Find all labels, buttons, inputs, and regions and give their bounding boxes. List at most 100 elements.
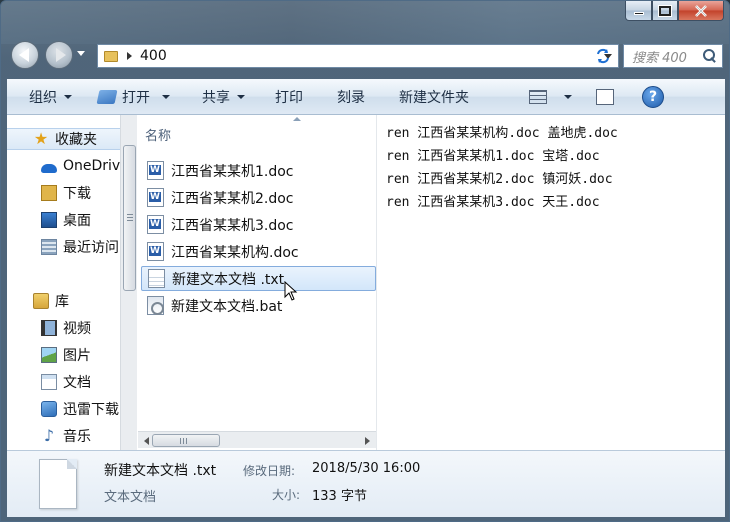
explorer-window: 400 搜索 400 组织 打开 共享 打印 刻录 新建文件夹 ? ★ 收藏夹 … bbox=[0, 0, 730, 522]
help-icon: ? bbox=[642, 85, 664, 108]
file-item-selected[interactable]: 新建文本文档 .txt bbox=[141, 266, 376, 291]
details-pane: 新建文本文档 .txt 修改日期: 2018/5/30 16:00 文本文档 大… bbox=[7, 450, 725, 517]
name-column-header[interactable]: 名称 bbox=[145, 125, 171, 144]
file-name: 新建文本文档.bat bbox=[171, 298, 283, 315]
file-name: 江西省某某机2.doc bbox=[171, 190, 294, 207]
cloud-icon bbox=[41, 163, 57, 173]
change-view-button[interactable] bbox=[521, 85, 580, 109]
window-controls bbox=[625, 1, 724, 23]
size-label: 大小: bbox=[272, 488, 301, 502]
file-item[interactable]: 江西省某某机构.doc bbox=[141, 239, 376, 264]
open-menu-button[interactable]: 打开 bbox=[90, 85, 178, 109]
address-bar[interactable]: 400 bbox=[97, 44, 619, 68]
column-header: 名称 bbox=[138, 115, 376, 151]
nav-item-label: OneDrive bbox=[63, 158, 120, 174]
scrollbar-thumb[interactable] bbox=[123, 145, 136, 291]
preview-text-line: ren 江西省某某机构.doc 盖地虎.doc bbox=[386, 126, 618, 141]
preview-pane-icon bbox=[596, 88, 614, 105]
preview-text-line: ren 江西省某某机3.doc 天王.doc bbox=[386, 195, 600, 210]
organize-menu-button[interactable]: 组织 bbox=[21, 85, 80, 109]
word-document-icon bbox=[147, 161, 164, 180]
nav-item-label: 收藏夹 bbox=[55, 132, 97, 148]
nav-item-music[interactable]: ♪ 音乐 bbox=[41, 425, 91, 447]
recent-pages-dropdown[interactable] bbox=[77, 51, 85, 56]
preview-text-line: ren 江西省某某机1.doc 宝塔.doc bbox=[386, 149, 600, 164]
dropdown-arrow-icon bbox=[162, 94, 170, 99]
word-document-icon bbox=[147, 188, 164, 207]
music-icon: ♪ bbox=[43, 426, 55, 445]
refresh-button[interactable] bbox=[591, 44, 615, 68]
nav-item-desktop[interactable]: 桌面 bbox=[41, 209, 91, 231]
scroll-left-icon[interactable] bbox=[144, 437, 149, 445]
minimize-icon bbox=[633, 12, 644, 15]
view-options-icon bbox=[529, 89, 547, 104]
recent-places-icon bbox=[41, 239, 57, 255]
search-icon[interactable] bbox=[702, 48, 718, 64]
nav-item-recent-places[interactable]: 最近访问的位置 bbox=[41, 236, 120, 258]
nav-pane-scrollbar[interactable] bbox=[120, 115, 137, 450]
file-name: 江西省某某机1.doc bbox=[171, 163, 294, 180]
library-icon bbox=[33, 293, 49, 309]
nav-item-thunder-downloads[interactable]: 迅雷下载 bbox=[41, 398, 119, 420]
scrollbar-thumb[interactable] bbox=[152, 434, 220, 447]
refresh-icon bbox=[597, 48, 609, 64]
nav-item-onedrive[interactable]: OneDrive bbox=[41, 155, 120, 177]
size-value: 133 字节 bbox=[312, 489, 367, 504]
navigation-pane: ★ 收藏夹 OneDrive 下载 桌面 最近访问的位置 库 bbox=[7, 115, 120, 450]
file-item[interactable]: 新建文本文档.bat bbox=[141, 293, 376, 318]
breadcrumb-chevron-icon[interactable] bbox=[127, 52, 132, 60]
file-list-horizontal-scrollbar[interactable] bbox=[138, 431, 376, 448]
file-item[interactable]: 江西省某某机2.doc bbox=[141, 185, 376, 210]
nav-item-label: 文档 bbox=[63, 375, 91, 391]
file-item[interactable]: 江西省某某机3.doc bbox=[141, 212, 376, 237]
nav-item-pictures[interactable]: 图片 bbox=[41, 344, 91, 366]
search-input[interactable]: 搜索 400 bbox=[623, 44, 723, 68]
sort-ascending-icon bbox=[293, 117, 301, 121]
back-button[interactable] bbox=[11, 41, 39, 69]
organize-label: 组织 bbox=[29, 89, 57, 106]
burn-label: 刻录 bbox=[337, 89, 365, 106]
folder-icon bbox=[104, 50, 118, 62]
close-icon bbox=[695, 4, 707, 17]
nav-item-libraries[interactable]: 库 bbox=[33, 290, 69, 312]
desktop-icon bbox=[41, 212, 57, 228]
details-file-name: 新建文本文档 .txt bbox=[104, 463, 217, 479]
nav-item-downloads[interactable]: 下载 bbox=[41, 182, 91, 204]
print-label: 打印 bbox=[275, 89, 303, 106]
minimize-button[interactable] bbox=[625, 1, 652, 21]
preview-pane: ren 江西省某某机构.doc 盖地虎.doc ren 江西省某某机1.doc … bbox=[376, 115, 725, 450]
share-menu-button[interactable]: 共享 bbox=[194, 85, 253, 109]
open-label: 打开 bbox=[122, 89, 150, 106]
video-icon bbox=[41, 320, 57, 336]
dropdown-arrow-icon bbox=[64, 94, 72, 99]
breadcrumb-segment[interactable]: 400 bbox=[140, 48, 167, 64]
new-folder-button[interactable]: 新建文件夹 bbox=[391, 85, 477, 109]
nav-item-label: 库 bbox=[55, 294, 69, 310]
nav-item-videos[interactable]: 视频 bbox=[41, 317, 91, 339]
help-button[interactable]: ? bbox=[634, 85, 672, 109]
scrollbar-grip-icon bbox=[180, 438, 187, 444]
command-bar: 组织 打开 共享 打印 刻录 新建文件夹 ? bbox=[7, 79, 725, 115]
navigation-bar: 400 搜索 400 bbox=[9, 39, 723, 71]
nav-item-label: 图片 bbox=[63, 348, 91, 364]
burn-button[interactable]: 刻录 bbox=[329, 85, 373, 109]
nav-item-label: 下载 bbox=[63, 186, 91, 202]
file-list: 名称 江西省某某机1.doc 江西省某某机2.doc 江西省某某机3.doc 江… bbox=[138, 115, 376, 450]
dropdown-arrow-icon bbox=[564, 94, 572, 99]
maximize-button[interactable] bbox=[652, 1, 678, 21]
word-document-icon bbox=[147, 215, 164, 234]
star-icon: ★ bbox=[33, 129, 49, 148]
file-name: 江西省某某机构.doc bbox=[171, 244, 299, 261]
close-button[interactable] bbox=[678, 1, 724, 21]
nav-item-documents[interactable]: 文档 bbox=[41, 371, 91, 393]
open-icon bbox=[96, 89, 118, 104]
nav-item-favorites[interactable]: ★ 收藏夹 bbox=[7, 128, 120, 150]
preview-pane-button[interactable] bbox=[588, 85, 622, 109]
scroll-right-icon[interactable] bbox=[365, 437, 370, 445]
dropdown-arrow-icon bbox=[237, 94, 245, 99]
downloads-icon bbox=[41, 185, 57, 201]
file-item[interactable]: 江西省某某机1.doc bbox=[141, 158, 376, 183]
forward-button[interactable] bbox=[45, 41, 73, 69]
modified-date-value: 2018/5/30 16:00 bbox=[312, 461, 421, 476]
print-button[interactable]: 打印 bbox=[267, 85, 311, 109]
